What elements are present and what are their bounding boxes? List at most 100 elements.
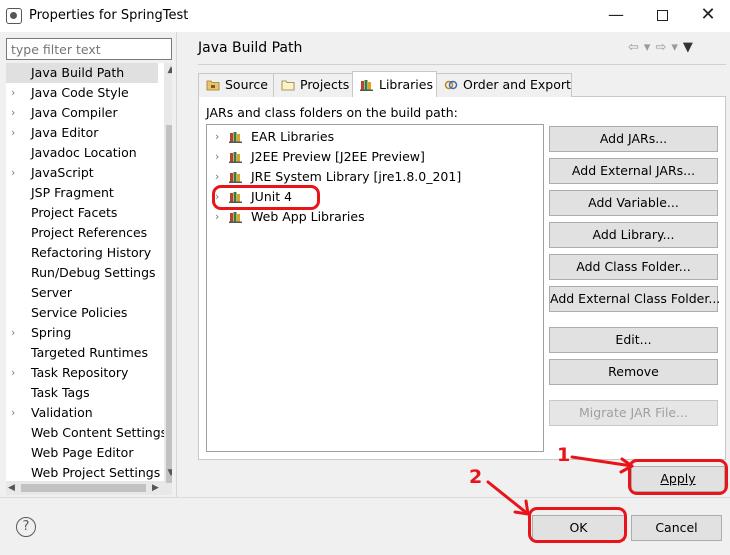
tree-item[interactable]: › Java Code Style	[6, 83, 158, 103]
expand-chevron-icon[interactable]: ›	[215, 167, 219, 187]
order-export-icon	[444, 80, 458, 90]
forward-dropdown-icon[interactable]: ▾	[671, 40, 678, 55]
library-icon	[229, 212, 242, 223]
button-label: Add Class Folder...	[576, 259, 691, 274]
view-menu-icon[interactable]: ▼	[683, 40, 693, 55]
library-icon	[229, 172, 242, 183]
scroll-right-icon[interactable]: ▶	[152, 481, 159, 495]
tree-item[interactable]: Project References	[6, 223, 158, 243]
horizontal-scrollbar[interactable]: ◀ ▶	[6, 481, 164, 495]
tree-item[interactable]: › Validation	[6, 403, 158, 423]
tree-item[interactable]: Refactoring History	[6, 243, 158, 263]
library-label: Web App Libraries	[251, 209, 365, 224]
tree-item-label: JavaScript	[31, 165, 94, 180]
property-pages-tree: Java Build Path › Java Code Style › Java Com…	[6, 63, 172, 495]
add-jars-button[interactable]: Add JARs...	[549, 126, 718, 152]
add-library-button[interactable]: Add Library...	[549, 222, 718, 248]
scroll-up-icon[interactable]: ▲	[164, 65, 172, 75]
migrate-jar-file-button[interactable]: Migrate JAR File...	[549, 400, 718, 426]
scrollbar-thumb[interactable]	[21, 484, 146, 492]
tree-item-label: Java Code Style	[31, 85, 129, 100]
tree-item[interactable]: Java Build Path	[6, 63, 158, 83]
panel-divider[interactable]	[176, 32, 177, 497]
tab-libraries[interactable]: Libraries	[352, 71, 437, 97]
tree-item[interactable]: › Task Repository	[6, 363, 158, 383]
expand-chevron-icon[interactable]: ›	[215, 127, 219, 147]
tab-order-and-export[interactable]: Order and Export	[436, 73, 572, 97]
maximize-button[interactable]	[639, 0, 685, 32]
tree-item-label: Javadoc Location	[31, 145, 137, 160]
tree-item-label: Java Compiler	[31, 105, 118, 120]
tree-item[interactable]: Targeted Runtimes	[6, 343, 158, 363]
expand-chevron-icon[interactable]: ›	[11, 83, 15, 103]
projects-folder-icon	[281, 80, 295, 91]
tree-item[interactable]: › JavaScript	[6, 163, 158, 183]
remove-button[interactable]: Remove	[549, 359, 718, 385]
expand-chevron-icon[interactable]: ›	[11, 163, 15, 183]
back-arrow-icon[interactable]: ⇦	[628, 40, 639, 55]
forward-arrow-icon[interactable]: ⇨	[655, 40, 666, 55]
button-label: Add Library...	[592, 227, 675, 242]
help-icon[interactable]: ?	[16, 517, 36, 537]
button-label: Migrate JAR File...	[578, 405, 689, 420]
scrollbar-thumb[interactable]	[166, 125, 172, 483]
expand-chevron-icon[interactable]: ›	[11, 103, 15, 123]
arrow-to-ok	[486, 480, 530, 516]
tree-item[interactable]: Web Project Settings	[6, 463, 161, 483]
tree-item[interactable]: › Spring	[6, 323, 158, 343]
tree-item[interactable]: JSP Fragment	[6, 183, 158, 203]
tree-item-label: Task Repository	[31, 365, 129, 380]
separator	[0, 497, 730, 498]
expand-chevron-icon[interactable]: ›	[215, 147, 219, 167]
expand-chevron-icon[interactable]: ›	[11, 323, 15, 343]
add-class-folder-button[interactable]: Add Class Folder...	[549, 254, 718, 280]
tree-item[interactable]: › Java Editor	[6, 123, 158, 143]
expand-chevron-icon[interactable]: ›	[11, 403, 15, 423]
tree-item-label: Targeted Runtimes	[31, 345, 148, 360]
tree-item-label: Validation	[31, 405, 93, 420]
tree-item-label: Service Policies	[31, 305, 128, 320]
properties-dialog: Properties for SpringTest — ✕ Java Build…	[0, 0, 730, 555]
expand-chevron-icon[interactable]: ›	[215, 207, 219, 227]
expand-chevron-icon[interactable]: ›	[215, 187, 219, 207]
cancel-button[interactable]: Cancel	[631, 515, 722, 541]
tree-item-label: Refactoring History	[31, 245, 152, 260]
tree-item[interactable]: Project Facets	[6, 203, 158, 223]
close-button[interactable]: ✕	[685, 0, 730, 32]
apply-button[interactable]: Apply	[631, 466, 725, 492]
expand-chevron-icon[interactable]: ›	[11, 363, 15, 383]
tree-item[interactable]: Server	[6, 283, 158, 303]
library-icon	[229, 192, 242, 203]
tree-item[interactable]: Task Tags	[6, 383, 158, 403]
tree-item[interactable]: Web Page Editor	[6, 443, 158, 463]
edit-button[interactable]: Edit...	[549, 327, 718, 353]
button-label: Add External JARs...	[571, 163, 696, 178]
add-external-class-folder-button[interactable]: Add External Class Folder...	[549, 286, 720, 312]
vertical-scrollbar[interactable]: ▲ ▼	[164, 63, 172, 495]
tree-item-label: Web Content Settings	[31, 425, 168, 440]
library-label: J2EE Preview [J2EE Preview]	[251, 149, 425, 164]
tab-label: Projects	[300, 77, 350, 92]
scroll-left-icon[interactable]: ◀	[8, 481, 15, 495]
tree-item-label: Web Project Settings	[31, 465, 161, 480]
jars-label: JARs and class folders on the build path…	[206, 105, 458, 120]
minimize-icon: —	[608, 5, 624, 24]
expand-chevron-icon[interactable]: ›	[11, 123, 15, 143]
add-variable-button[interactable]: Add Variable...	[549, 190, 718, 216]
tree-item[interactable]: Web Content Settings	[6, 423, 167, 443]
ok-button[interactable]: OK	[532, 515, 625, 541]
tab-source[interactable]: Source	[198, 73, 274, 97]
back-dropdown-icon[interactable]: ▾	[644, 40, 651, 55]
minimize-button[interactable]: —	[593, 0, 639, 32]
scroll-down-icon[interactable]: ▼	[164, 468, 172, 478]
filter-input[interactable]	[6, 38, 172, 60]
add-external-jars-button[interactable]: Add External JARs...	[549, 158, 718, 184]
tree-item[interactable]: Javadoc Location	[6, 143, 158, 163]
tree-item[interactable]: Service Policies	[6, 303, 158, 323]
tab-projects[interactable]: Projects	[273, 73, 353, 97]
separator	[198, 64, 726, 65]
tree-item[interactable]: Run/Debug Settings	[6, 263, 158, 283]
tree-item[interactable]: › Java Compiler	[6, 103, 158, 123]
library-label: JUnit 4	[251, 189, 293, 204]
library-icon	[229, 132, 242, 143]
